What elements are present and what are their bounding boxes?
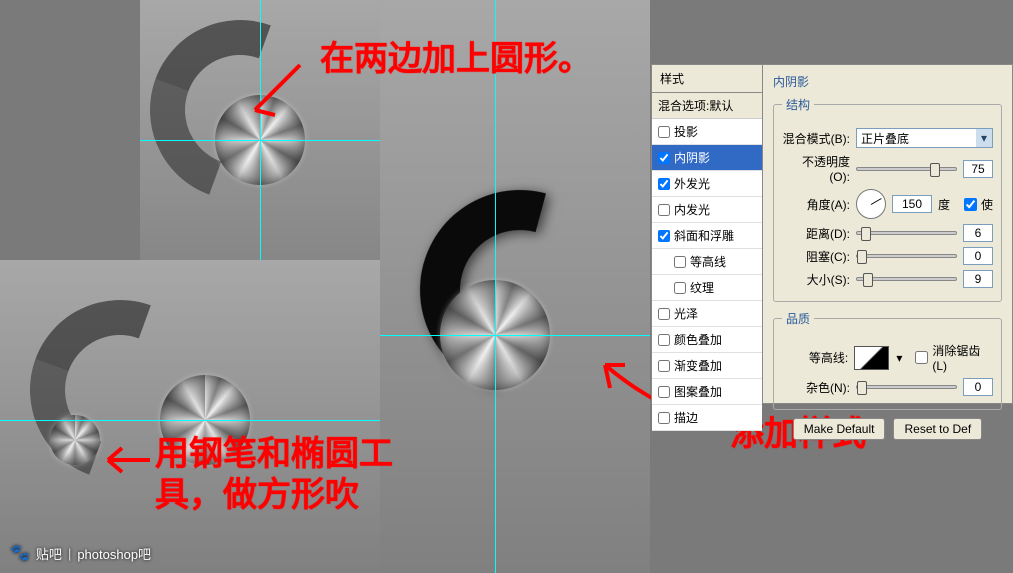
make-default-button[interactable]: Make Default [793, 418, 886, 440]
metal-knob-small [50, 415, 100, 465]
style-inner-glow[interactable]: 内发光 [652, 197, 762, 223]
panel-title: 内阴影 [773, 73, 1002, 90]
guide-vertical [495, 0, 496, 573]
blend-mode-label: 混合模式(B): [782, 130, 850, 147]
distance-label: 距离(D): [782, 225, 850, 242]
style-color-overlay[interactable]: 颜色叠加 [652, 327, 762, 353]
checkbox-pattern-overlay[interactable] [658, 386, 670, 398]
blend-options-row[interactable]: 混合选项:默认 [652, 93, 762, 119]
label: 内发光 [674, 201, 710, 218]
distance-slider[interactable] [856, 231, 957, 235]
quality-group: 品质 等高线: 消除锯齿(L) 杂色(N): [773, 310, 1002, 410]
label: 纹理 [690, 279, 714, 296]
size-label: 大小(S): [782, 271, 850, 288]
watermark: 🐾 贴吧 | photoshop吧 [10, 543, 151, 563]
label: 光泽 [674, 305, 698, 322]
angle-input[interactable] [892, 195, 932, 213]
checkbox-outer-glow[interactable] [658, 178, 670, 190]
canvas-center [380, 0, 650, 573]
checkbox-texture[interactable] [674, 282, 686, 294]
angle-dial[interactable] [856, 189, 886, 219]
label: 描边 [674, 409, 698, 426]
styles-header: 样式 [652, 65, 762, 93]
label: 颜色叠加 [674, 331, 722, 348]
checkbox-anti-alias[interactable] [915, 351, 928, 364]
settings-panel: 内阴影 结构 混合模式(B): 正片叠底 不透明度(O): 角度(A): 度 [763, 65, 1012, 403]
label: 斜面和浮雕 [674, 227, 734, 244]
size-input[interactable] [963, 270, 993, 288]
checkbox-satin[interactable] [658, 308, 670, 320]
angle-unit: 度 [938, 196, 958, 213]
watermark-brand: 贴吧 [36, 544, 62, 563]
label: 渐变叠加 [674, 357, 722, 374]
reset-default-button[interactable]: Reset to Def [893, 418, 982, 440]
style-stroke[interactable]: 描边 [652, 405, 762, 431]
noise-input[interactable] [963, 378, 993, 396]
opacity-slider[interactable] [856, 167, 957, 171]
guide-horizontal [380, 335, 650, 336]
style-gradient-overlay[interactable]: 渐变叠加 [652, 353, 762, 379]
distance-input[interactable] [963, 224, 993, 242]
checkbox-gradient-overlay[interactable] [658, 360, 670, 372]
opacity-input[interactable] [963, 160, 993, 178]
choke-label: 阻塞(C): [782, 248, 850, 265]
choke-slider[interactable] [856, 254, 957, 258]
label: 图案叠加 [674, 383, 722, 400]
size-slider[interactable] [856, 277, 957, 281]
noise-label: 杂色(N): [782, 379, 850, 396]
layer-style-dialog: 样式 混合选项:默认 投影 内阴影 外发光 内发光 斜面和浮雕 等高线 纹理 [651, 64, 1013, 404]
style-satin[interactable]: 光泽 [652, 301, 762, 327]
blend-mode-value: 正片叠底 [861, 130, 909, 147]
use-global-light[interactable]: 使 [964, 196, 993, 213]
checkbox-bevel[interactable] [658, 230, 670, 242]
style-bevel[interactable]: 斜面和浮雕 [652, 223, 762, 249]
checkbox-stroke[interactable] [658, 412, 670, 424]
style-drop-shadow[interactable]: 投影 [652, 119, 762, 145]
noise-slider[interactable] [856, 385, 957, 389]
style-inner-shadow[interactable]: 内阴影 [652, 145, 762, 171]
label: 等高线 [690, 253, 726, 270]
structure-group: 结构 混合模式(B): 正片叠底 不透明度(O): 角度(A): 度 使 [773, 96, 1002, 302]
label: 内阴影 [674, 149, 710, 166]
blend-mode-select[interactable]: 正片叠底 [856, 128, 993, 148]
label: 外发光 [674, 175, 710, 192]
checkbox-inner-shadow[interactable] [658, 152, 670, 164]
watermark-forum: photoshop吧 [77, 544, 151, 563]
choke-input[interactable] [963, 247, 993, 265]
checkbox-color-overlay[interactable] [658, 334, 670, 346]
styles-list: 样式 混合选项:默认 投影 内阴影 外发光 内发光 斜面和浮雕 等高线 纹理 [652, 65, 763, 403]
opacity-label: 不透明度(O): [782, 153, 850, 184]
paw-icon: 🐾 [10, 543, 30, 563]
contour-picker[interactable] [854, 346, 889, 370]
checkbox-inner-glow[interactable] [658, 204, 670, 216]
checkbox-drop-shadow[interactable] [658, 126, 670, 138]
style-pattern-overlay[interactable]: 图案叠加 [652, 379, 762, 405]
style-contour[interactable]: 等高线 [652, 249, 762, 275]
checkbox-contour[interactable] [674, 256, 686, 268]
checkbox-global-light[interactable] [964, 198, 977, 211]
divider: | [68, 546, 71, 561]
label: 投影 [674, 123, 698, 140]
style-texture[interactable]: 纹理 [652, 275, 762, 301]
contour-label: 等高线: [782, 349, 848, 366]
guide-horizontal [0, 420, 380, 421]
angle-label: 角度(A): [782, 196, 850, 213]
canvas-bottom-left [0, 260, 380, 573]
quality-legend: 品质 [782, 310, 814, 327]
anti-alias[interactable]: 消除锯齿(L) [915, 342, 993, 373]
style-outer-glow[interactable]: 外发光 [652, 171, 762, 197]
structure-legend: 结构 [782, 96, 814, 113]
